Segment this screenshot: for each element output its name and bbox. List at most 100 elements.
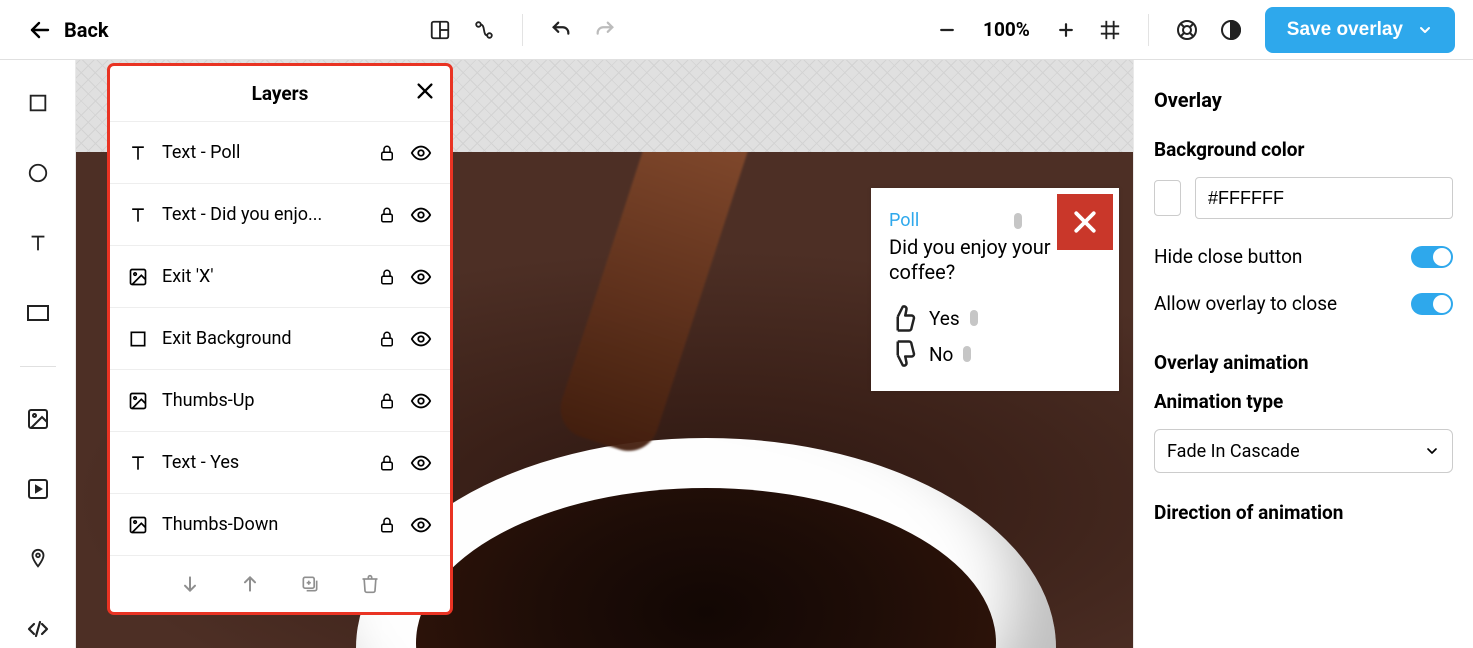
canvas[interactable]: Layers Text - PollText - Did you enjo...… xyxy=(76,60,1133,648)
layer-row[interactable]: Thumbs-Up xyxy=(110,370,450,432)
layer-move-up[interactable] xyxy=(240,574,260,594)
tool-text[interactable] xyxy=(18,224,58,262)
lock-button[interactable] xyxy=(378,516,396,534)
hide-close-toggle[interactable] xyxy=(1411,246,1453,268)
close-icon xyxy=(414,80,436,102)
lock-button[interactable] xyxy=(378,392,396,410)
tool-code[interactable] xyxy=(18,610,58,648)
image-icon xyxy=(26,407,50,431)
layer-duplicate[interactable] xyxy=(300,574,320,594)
poll-option-yes[interactable]: Yes xyxy=(889,303,1101,333)
layer-label: Thumbs-Down xyxy=(162,514,364,535)
tool-image[interactable] xyxy=(18,400,58,438)
bg-color-swatch[interactable] xyxy=(1154,180,1181,216)
separator xyxy=(522,14,523,46)
text-icon xyxy=(128,143,148,163)
square-icon xyxy=(27,92,49,114)
tool-video[interactable] xyxy=(18,470,58,508)
visibility-button[interactable] xyxy=(410,142,432,164)
lock-button[interactable] xyxy=(378,330,396,348)
bg-color-label: Background color xyxy=(1154,138,1453,161)
redo-icon xyxy=(594,19,616,41)
poll-option-no[interactable]: No xyxy=(889,339,1101,369)
layer-row[interactable]: Text - Did you enjo... xyxy=(110,184,450,246)
text-icon xyxy=(128,453,148,473)
layer-row[interactable]: Exit 'X' xyxy=(110,246,450,308)
separator xyxy=(1148,14,1149,46)
layer-row[interactable]: Thumbs-Down xyxy=(110,494,450,556)
tool-box[interactable] xyxy=(18,294,58,332)
arrow-left-icon xyxy=(28,18,52,42)
layer-label: Text - Yes xyxy=(162,452,364,473)
tool-rectangle[interactable] xyxy=(18,84,58,122)
thumbs-up-icon xyxy=(889,303,919,333)
lock-button[interactable] xyxy=(378,454,396,472)
image-icon xyxy=(128,391,148,411)
minus-icon xyxy=(937,20,957,40)
anim-type-value: Fade In Cascade xyxy=(1167,441,1300,462)
duplicate-icon xyxy=(300,574,320,594)
plus-icon xyxy=(1056,20,1076,40)
contrast-icon xyxy=(1219,18,1243,42)
main: Layers Text - PollText - Did you enjo...… xyxy=(0,60,1473,648)
layout-button[interactable] xyxy=(420,10,460,50)
visibility-button[interactable] xyxy=(410,390,432,412)
layer-row[interactable]: Text - Poll xyxy=(110,122,450,184)
video-icon xyxy=(26,477,50,501)
lifebuoy-icon xyxy=(1175,18,1199,42)
chevron-down-icon xyxy=(1417,22,1433,38)
layers-close-button[interactable] xyxy=(414,80,436,102)
layer-row[interactable]: Exit Background xyxy=(110,308,450,370)
rect-icon xyxy=(26,304,50,322)
poll-overlay[interactable]: Poll Did you enjoy your coffee? Yes No xyxy=(871,188,1119,391)
layer-delete[interactable] xyxy=(360,574,380,594)
grid-button[interactable] xyxy=(1090,10,1130,50)
allow-close-label: Allow overlay to close xyxy=(1154,292,1337,315)
inspector-title: Overlay xyxy=(1154,88,1453,112)
layers-title: Layers xyxy=(252,82,309,105)
anim-section-title: Overlay animation xyxy=(1154,351,1453,374)
poll-close-button[interactable] xyxy=(1057,194,1113,250)
tool-pin[interactable] xyxy=(18,540,58,578)
path-button[interactable] xyxy=(464,10,504,50)
layer-row[interactable]: Text - Yes xyxy=(110,432,450,494)
zoom-level: 100% xyxy=(971,18,1042,41)
lock-button[interactable] xyxy=(378,206,396,224)
image-icon xyxy=(128,515,148,535)
lock-button[interactable] xyxy=(378,268,396,286)
hide-close-label: Hide close button xyxy=(1154,245,1302,268)
grid-icon xyxy=(1099,19,1121,41)
text-icon xyxy=(128,205,148,225)
visibility-button[interactable] xyxy=(410,266,432,288)
lock-button[interactable] xyxy=(378,144,396,162)
visibility-button[interactable] xyxy=(410,514,432,536)
visibility-button[interactable] xyxy=(410,328,432,350)
save-overlay-button[interactable]: Save overlay xyxy=(1265,7,1455,53)
handle-icon xyxy=(970,310,978,326)
layer-label: Exit Background xyxy=(162,328,364,349)
thumbs-down-icon xyxy=(889,339,919,369)
arrow-up-icon xyxy=(240,574,260,594)
separator xyxy=(20,366,56,367)
visibility-button[interactable] xyxy=(410,204,432,226)
contrast-button[interactable] xyxy=(1211,10,1251,50)
bg-color-input[interactable] xyxy=(1195,177,1453,219)
zoom-out-button[interactable] xyxy=(927,10,967,50)
help-button[interactable] xyxy=(1167,10,1207,50)
chevron-down-icon xyxy=(1424,443,1440,459)
visibility-button[interactable] xyxy=(410,452,432,474)
inspector: Overlay Background color Hide close butt… xyxy=(1133,60,1473,648)
zoom-in-button[interactable] xyxy=(1046,10,1086,50)
allow-close-toggle[interactable] xyxy=(1411,293,1453,315)
anim-type-select[interactable]: Fade In Cascade xyxy=(1154,429,1453,473)
redo-button[interactable] xyxy=(585,10,625,50)
close-icon xyxy=(1070,207,1100,237)
undo-button[interactable] xyxy=(541,10,581,50)
back-button[interactable]: Back xyxy=(18,12,119,48)
tool-circle[interactable] xyxy=(18,154,58,192)
pin-icon xyxy=(27,548,49,570)
layers-footer xyxy=(110,556,450,612)
layers-panel: Layers Text - PollText - Did you enjo...… xyxy=(110,66,450,612)
layer-move-down[interactable] xyxy=(180,574,200,594)
text-icon xyxy=(27,232,49,254)
